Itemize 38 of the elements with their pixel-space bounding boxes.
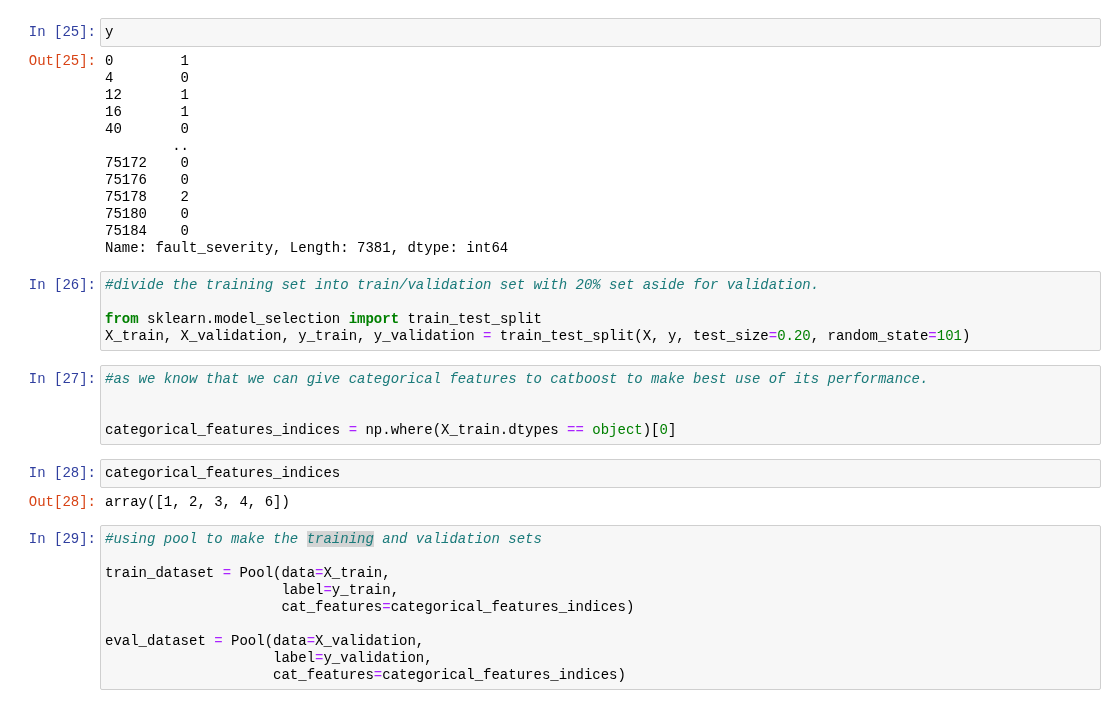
output-line: Name: fault_severity, Length: 7381, dtype: int64 xyxy=(105,240,509,257)
code-line: eval_dataset = Pool(data=X_validation, xyxy=(105,633,425,650)
code-line: #using pool to make the training and validation sets xyxy=(105,531,542,548)
code-line: categorical_features_indices = np.where(X_train.dtypes == object)[0] xyxy=(105,422,677,439)
output-line: 16 1 xyxy=(105,104,189,121)
input-prompt: In [28]: xyxy=(28,465,96,483)
output-prompt: Out[25]: xyxy=(28,53,96,71)
code-line: #divide the training set into train/validation set with 20% set aside for validation. xyxy=(105,277,820,294)
output-line: 75184 0 xyxy=(105,223,189,240)
code-line: train_dataset = Pool(data=X_train, xyxy=(105,565,391,582)
code-line: from sklearn.model_selection import train_test_split xyxy=(105,311,542,328)
output-line: 75172 0 xyxy=(105,155,189,172)
output-line: 75178 2 xyxy=(105,189,189,206)
output-line: 12 1 xyxy=(105,87,189,104)
code-cell[interactable] xyxy=(100,271,1101,351)
code-line: categorical_features_indices xyxy=(105,465,341,482)
input-prompt: In [25]: xyxy=(28,24,96,42)
output-line: .. xyxy=(171,138,189,155)
input-prompt: In [26]: xyxy=(28,277,96,295)
input-prompt: In [29]: xyxy=(28,531,96,549)
code-cell[interactable] xyxy=(100,525,1101,690)
output-line: 75176 0 xyxy=(105,172,189,189)
code-cell[interactable]: categorical_features_indices xyxy=(100,459,1101,488)
input-prompt: In [27]: xyxy=(28,371,96,389)
output-prompt: Out[28]: xyxy=(28,494,96,511)
code-line: y xyxy=(105,24,114,41)
output-line: 4 0 xyxy=(105,70,189,87)
code-line: X_train, X_validation, y_train, y_validation = train_test_split(X, y, test_size=0.20, random_state=101) xyxy=(105,328,971,345)
code-cell[interactable]: y xyxy=(100,18,1101,47)
code-line: #as we know that we can give categorical features to catboost to make best use of its performance. xyxy=(105,371,929,388)
output-line: array([1, 2, 3, 4, 6]) xyxy=(105,494,290,511)
code-line: label=y_train, xyxy=(280,582,400,599)
output-line: 40 0 xyxy=(105,121,189,138)
code-line: label=y_validation, xyxy=(272,650,433,667)
code-line: cat_features=categorical_features_indices) xyxy=(272,667,626,684)
output-line: 0 1 xyxy=(105,53,189,70)
output-line: 75180 0 xyxy=(105,206,189,223)
code-line: cat_features=categorical_features_indices) xyxy=(280,599,635,616)
